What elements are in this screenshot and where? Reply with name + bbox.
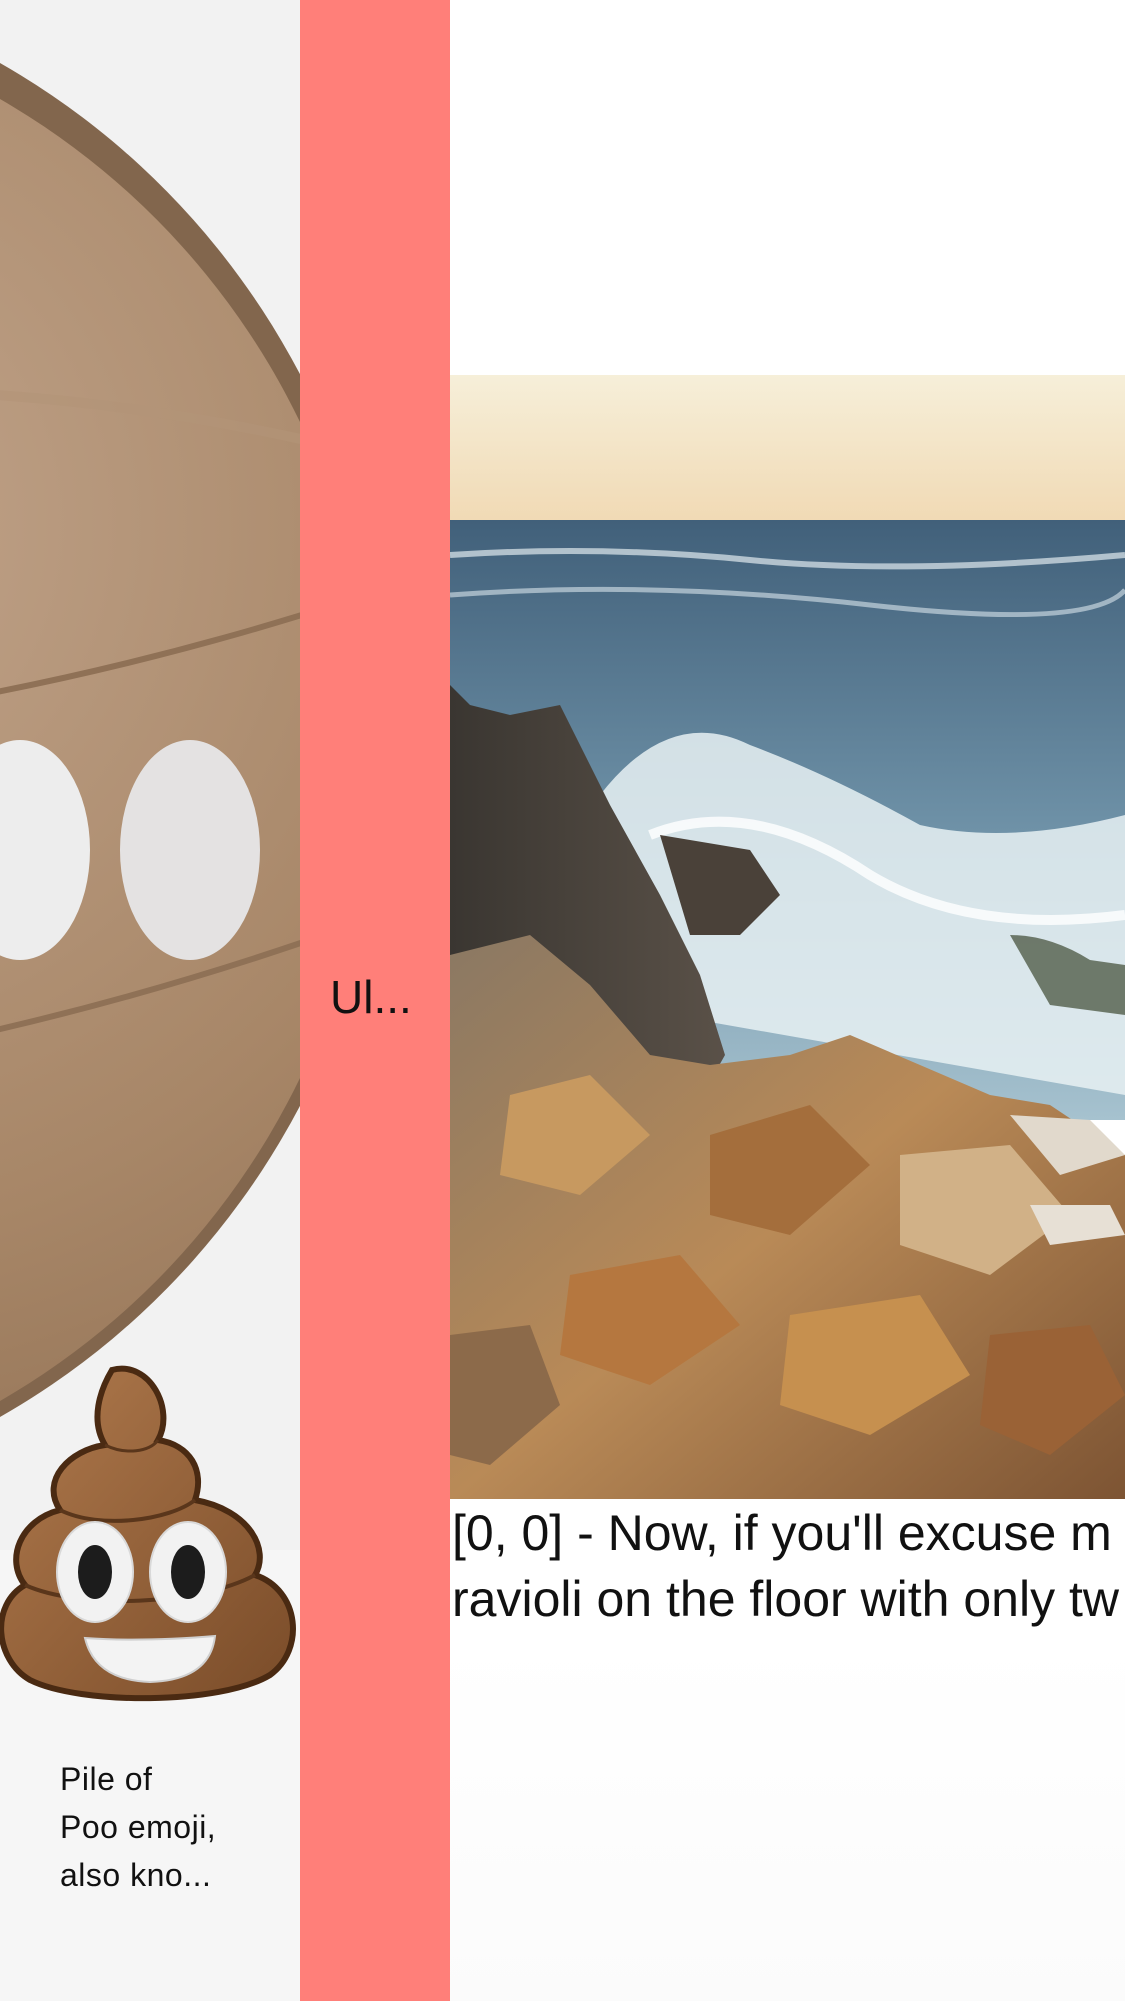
divider-label: Ul...	[330, 971, 412, 1023]
emoji-caption: Pile of Poo emoji, also kno...	[60, 1761, 217, 1893]
photo-caption-line-1: [0, 0] - Now, if you'll excuse m	[452, 1505, 1112, 1561]
pile-of-poo-large-icon	[0, 63, 300, 1417]
screen: Pile of Poo emoji, also kno... Ul... [0,…	[0, 0, 1125, 2001]
photo-caption: [0, 0] - Now, if you'll excuse m ravioli…	[452, 1500, 1125, 1632]
pile-of-poo-icon	[0, 1365, 296, 1702]
photo-caption-line-2: ravioli on the floor with only tw	[452, 1571, 1119, 1627]
emoji-cell[interactable]: Pile of Poo emoji, also kno...	[0, 0, 300, 2001]
photo-cell[interactable]: [0, 0] - Now, if you'll excuse m ravioli…	[450, 0, 1125, 2001]
photo-cell-footer	[450, 1640, 1125, 2001]
rocky-coast-photo	[450, 375, 1125, 1499]
